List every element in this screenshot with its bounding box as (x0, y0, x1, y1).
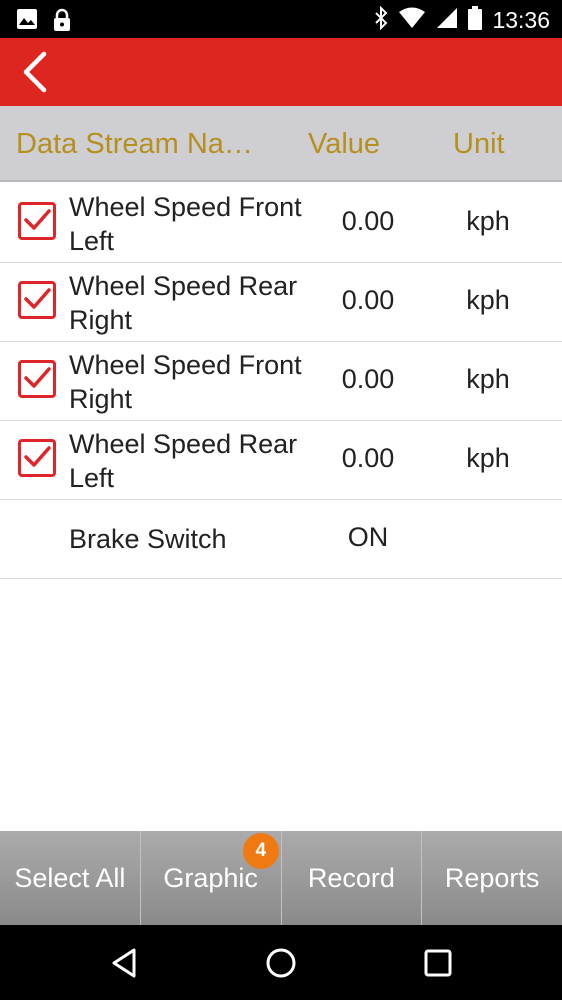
row-value: 0.00 (341, 285, 395, 315)
nav-recents-button[interactable] (421, 946, 455, 980)
row-name: Wheel Speed Front Right (69, 350, 302, 414)
row-checkbox[interactable] (18, 360, 56, 398)
row-checkbox[interactable] (18, 202, 56, 240)
row-unit: kph (466, 285, 510, 315)
header-unit: Unit (453, 128, 505, 160)
row-value: 0.00 (341, 443, 395, 473)
nav-back-button[interactable] (108, 946, 142, 980)
wifi-icon (398, 7, 426, 34)
header-value: Value (308, 128, 381, 160)
graphic-count-badge: 4 (242, 833, 279, 869)
header-name: Data Stream Na… (16, 128, 253, 160)
chevron-left-icon (23, 51, 47, 93)
home-circle-icon (266, 948, 296, 978)
table-row[interactable]: Wheel Speed Front Left 0.00 kph (0, 184, 562, 263)
checkmark-icon (24, 288, 51, 309)
clock: 13:36 (492, 7, 550, 33)
table-row[interactable]: Wheel Speed Rear Left 0.00 kph (0, 421, 562, 500)
status-bar: 13:36 (0, 0, 562, 38)
row-checkbox[interactable] (18, 439, 56, 477)
checkmark-icon (24, 209, 51, 230)
table-row[interactable]: Brake Switch ON (0, 500, 562, 579)
row-name: Wheel Speed Front Left (69, 192, 302, 256)
recents-square-icon (424, 949, 452, 977)
row-unit: kph (466, 206, 510, 236)
row-checkbox[interactable] (18, 281, 56, 319)
row-name: Wheel Speed Rear Left (69, 429, 298, 493)
back-triangle-icon (112, 948, 136, 978)
graphic-label: Graphic (163, 863, 258, 893)
table-row[interactable]: Wheel Speed Rear Right 0.00 kph (0, 263, 562, 342)
checkmark-icon (24, 446, 51, 467)
table-row[interactable]: Wheel Speed Front Right 0.00 kph (0, 342, 562, 421)
row-value: 0.00 (341, 206, 395, 236)
table-header: Data Stream Na… Value Unit (0, 106, 562, 182)
checkmark-icon (24, 367, 51, 388)
select-all-button[interactable]: Select All (0, 831, 141, 925)
image-icon (16, 8, 38, 37)
signal-icon (436, 7, 458, 34)
nav-home-button[interactable] (264, 946, 298, 980)
row-unit: kph (466, 443, 510, 473)
back-button[interactable] (14, 48, 58, 96)
row-name: Wheel Speed Rear Right (69, 271, 298, 335)
graphic-button[interactable]: Graphic 4 (140, 831, 282, 925)
system-nav-bar (0, 925, 562, 1000)
app-bar (0, 38, 562, 106)
bluetooth-icon (374, 5, 388, 35)
data-stream-list: Wheel Speed Front Left 0.00 kph Wheel Sp… (0, 184, 562, 579)
lock-icon (52, 8, 72, 37)
row-value: ON (347, 522, 389, 552)
row-name: Brake Switch (69, 524, 227, 554)
row-unit: kph (466, 364, 510, 394)
record-button[interactable]: Record (281, 831, 423, 925)
row-value: 0.00 (341, 364, 395, 394)
bottom-toolbar: Select All Graphic 4 Record Reports (0, 831, 562, 925)
reports-button[interactable]: Reports (422, 831, 562, 925)
battery-icon (468, 6, 483, 35)
